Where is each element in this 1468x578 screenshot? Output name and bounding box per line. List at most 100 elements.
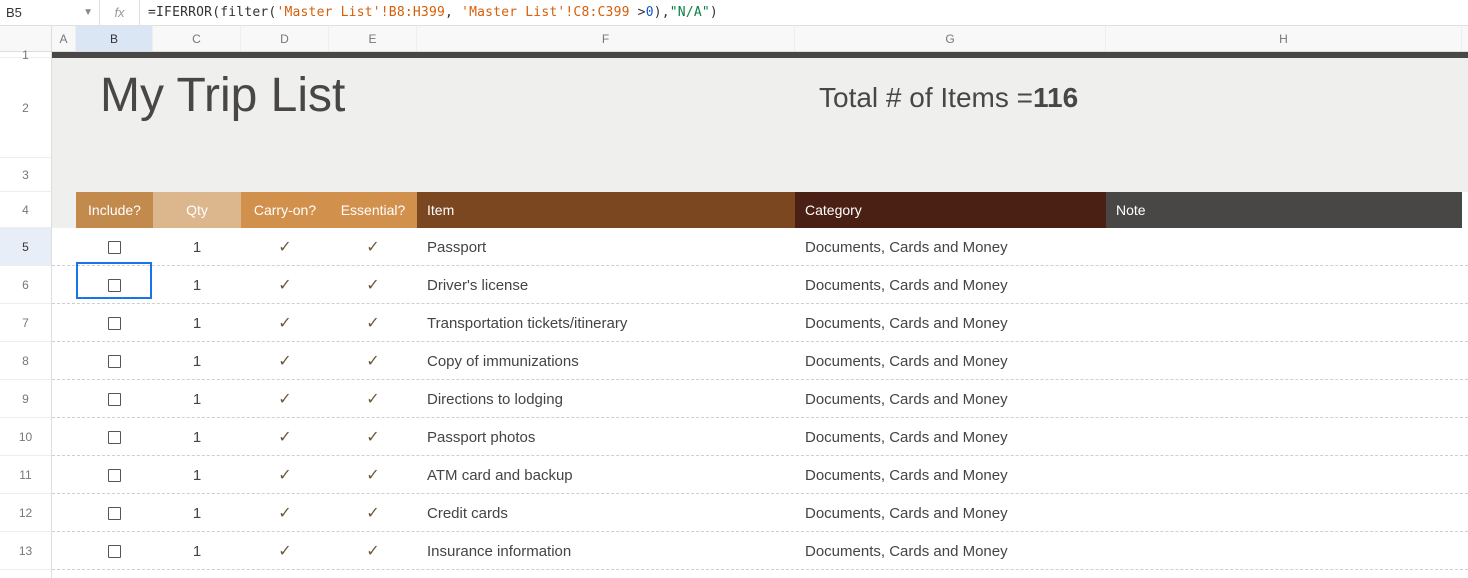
col-header-A[interactable]: A: [52, 26, 76, 51]
row-header[interactable]: 13: [0, 532, 51, 570]
category-cell[interactable]: Documents, Cards and Money: [795, 228, 1106, 266]
note-cell[interactable]: [1106, 532, 1462, 570]
qty-cell[interactable]: 1: [153, 532, 241, 570]
col-item[interactable]: Item: [417, 192, 795, 228]
row-header[interactable]: 12: [0, 494, 51, 532]
qty-cell[interactable]: 1: [153, 304, 241, 342]
carryon-cell[interactable]: ✓: [241, 532, 329, 570]
row-header[interactable]: 9: [0, 380, 51, 418]
include-checkbox[interactable]: [76, 380, 153, 418]
include-checkbox[interactable]: [76, 418, 153, 456]
row-header[interactable]: 2: [0, 58, 51, 158]
carryon-cell[interactable]: ✓: [241, 418, 329, 456]
col-category[interactable]: Category: [795, 192, 1106, 228]
col-qty[interactable]: Qty: [153, 192, 241, 228]
row-header[interactable]: 11: [0, 456, 51, 494]
col-header-F[interactable]: F: [417, 26, 795, 51]
qty-cell[interactable]: 1: [153, 380, 241, 418]
include-checkbox[interactable]: [76, 494, 153, 532]
qty-cell[interactable]: 1: [153, 418, 241, 456]
category-cell[interactable]: Documents, Cards and Money: [795, 532, 1106, 570]
row-header[interactable]: 7: [0, 304, 51, 342]
sheet-row[interactable]: [52, 158, 1468, 192]
category-cell[interactable]: Documents, Cards and Money: [795, 418, 1106, 456]
include-checkbox[interactable]: [76, 304, 153, 342]
table-row[interactable]: 1✓✓Insurance informationDocuments, Cards…: [52, 532, 1468, 570]
table-row[interactable]: 1✓✓Driver's licenseDocuments, Cards and …: [52, 266, 1468, 304]
carryon-cell[interactable]: ✓: [241, 342, 329, 380]
carryon-cell[interactable]: ✓: [241, 380, 329, 418]
col-header-D[interactable]: D: [241, 26, 329, 51]
essential-cell[interactable]: ✓: [329, 494, 417, 532]
table-row[interactable]: 1✓✓ATM card and backupDocuments, Cards a…: [52, 456, 1468, 494]
carryon-cell[interactable]: ✓: [241, 304, 329, 342]
note-cell[interactable]: [1106, 380, 1462, 418]
essential-cell[interactable]: ✓: [329, 532, 417, 570]
carryon-cell[interactable]: ✓: [241, 266, 329, 304]
col-note[interactable]: Note: [1106, 192, 1462, 228]
item-cell[interactable]: Directions to lodging: [417, 380, 795, 418]
category-cell[interactable]: Documents, Cards and Money: [795, 380, 1106, 418]
col-header-E[interactable]: E: [329, 26, 417, 51]
essential-cell[interactable]: ✓: [329, 228, 417, 266]
name-box[interactable]: B5 ▼: [0, 0, 100, 25]
essential-cell[interactable]: ✓: [329, 418, 417, 456]
qty-cell[interactable]: 1: [153, 342, 241, 380]
col-header-H[interactable]: H: [1106, 26, 1462, 51]
note-cell[interactable]: [1106, 494, 1462, 532]
include-checkbox[interactable]: [76, 456, 153, 494]
include-checkbox[interactable]: [76, 266, 153, 304]
row-header[interactable]: 10: [0, 418, 51, 456]
essential-cell[interactable]: ✓: [329, 456, 417, 494]
sheet-row[interactable]: My Trip List Total # of Items = 116: [52, 58, 1468, 158]
row-header[interactable]: 8: [0, 342, 51, 380]
table-row[interactable]: 1✓✓Copy of immunizationsDocuments, Cards…: [52, 342, 1468, 380]
carryon-cell[interactable]: ✓: [241, 494, 329, 532]
note-cell[interactable]: [1106, 418, 1462, 456]
item-cell[interactable]: Passport photos: [417, 418, 795, 456]
table-row[interactable]: 1✓✓PassportDocuments, Cards and Money: [52, 228, 1468, 266]
include-checkbox[interactable]: [76, 228, 153, 266]
table-row[interactable]: 1✓✓Transportation tickets/itineraryDocum…: [52, 304, 1468, 342]
row-header[interactable]: 5: [0, 228, 51, 266]
note-cell[interactable]: [1106, 266, 1462, 304]
note-cell[interactable]: [1106, 342, 1462, 380]
item-cell[interactable]: Transportation tickets/itinerary: [417, 304, 795, 342]
col-header-G[interactable]: G: [795, 26, 1106, 51]
carryon-cell[interactable]: ✓: [241, 456, 329, 494]
item-cell[interactable]: Credit cards: [417, 494, 795, 532]
table-row[interactable]: 1✓✓Credit cardsDocuments, Cards and Mone…: [52, 494, 1468, 532]
col-header-B[interactable]: B: [76, 26, 153, 51]
category-cell[interactable]: Documents, Cards and Money: [795, 304, 1106, 342]
col-essential[interactable]: Essential?: [329, 192, 417, 228]
row-header[interactable]: 4: [0, 192, 51, 228]
essential-cell[interactable]: ✓: [329, 342, 417, 380]
qty-cell[interactable]: 1: [153, 266, 241, 304]
category-cell[interactable]: Documents, Cards and Money: [795, 342, 1106, 380]
category-cell[interactable]: Documents, Cards and Money: [795, 456, 1106, 494]
essential-cell[interactable]: ✓: [329, 380, 417, 418]
qty-cell[interactable]: 1: [153, 456, 241, 494]
col-header-C[interactable]: C: [153, 26, 241, 51]
category-cell[interactable]: Documents, Cards and Money: [795, 494, 1106, 532]
row-header[interactable]: 3: [0, 158, 51, 192]
item-cell[interactable]: Copy of immunizations: [417, 342, 795, 380]
formula-input[interactable]: =IFERROR(filter('Master List'!B8:H399, '…: [140, 5, 1468, 20]
note-cell[interactable]: [1106, 456, 1462, 494]
note-cell[interactable]: [1106, 228, 1462, 266]
category-cell[interactable]: Documents, Cards and Money: [795, 266, 1106, 304]
qty-cell[interactable]: 1: [153, 228, 241, 266]
note-cell[interactable]: [1106, 304, 1462, 342]
table-row[interactable]: 1✓✓Passport photosDocuments, Cards and M…: [52, 418, 1468, 456]
qty-cell[interactable]: 1: [153, 494, 241, 532]
item-cell[interactable]: Passport: [417, 228, 795, 266]
col-include[interactable]: Include?: [76, 192, 153, 228]
carryon-cell[interactable]: ✓: [241, 228, 329, 266]
include-checkbox[interactable]: [76, 342, 153, 380]
essential-cell[interactable]: ✓: [329, 304, 417, 342]
essential-cell[interactable]: ✓: [329, 266, 417, 304]
table-row[interactable]: 1✓✓Directions to lodgingDocuments, Cards…: [52, 380, 1468, 418]
item-cell[interactable]: Driver's license: [417, 266, 795, 304]
item-cell[interactable]: ATM card and backup: [417, 456, 795, 494]
item-cell[interactable]: Insurance information: [417, 532, 795, 570]
